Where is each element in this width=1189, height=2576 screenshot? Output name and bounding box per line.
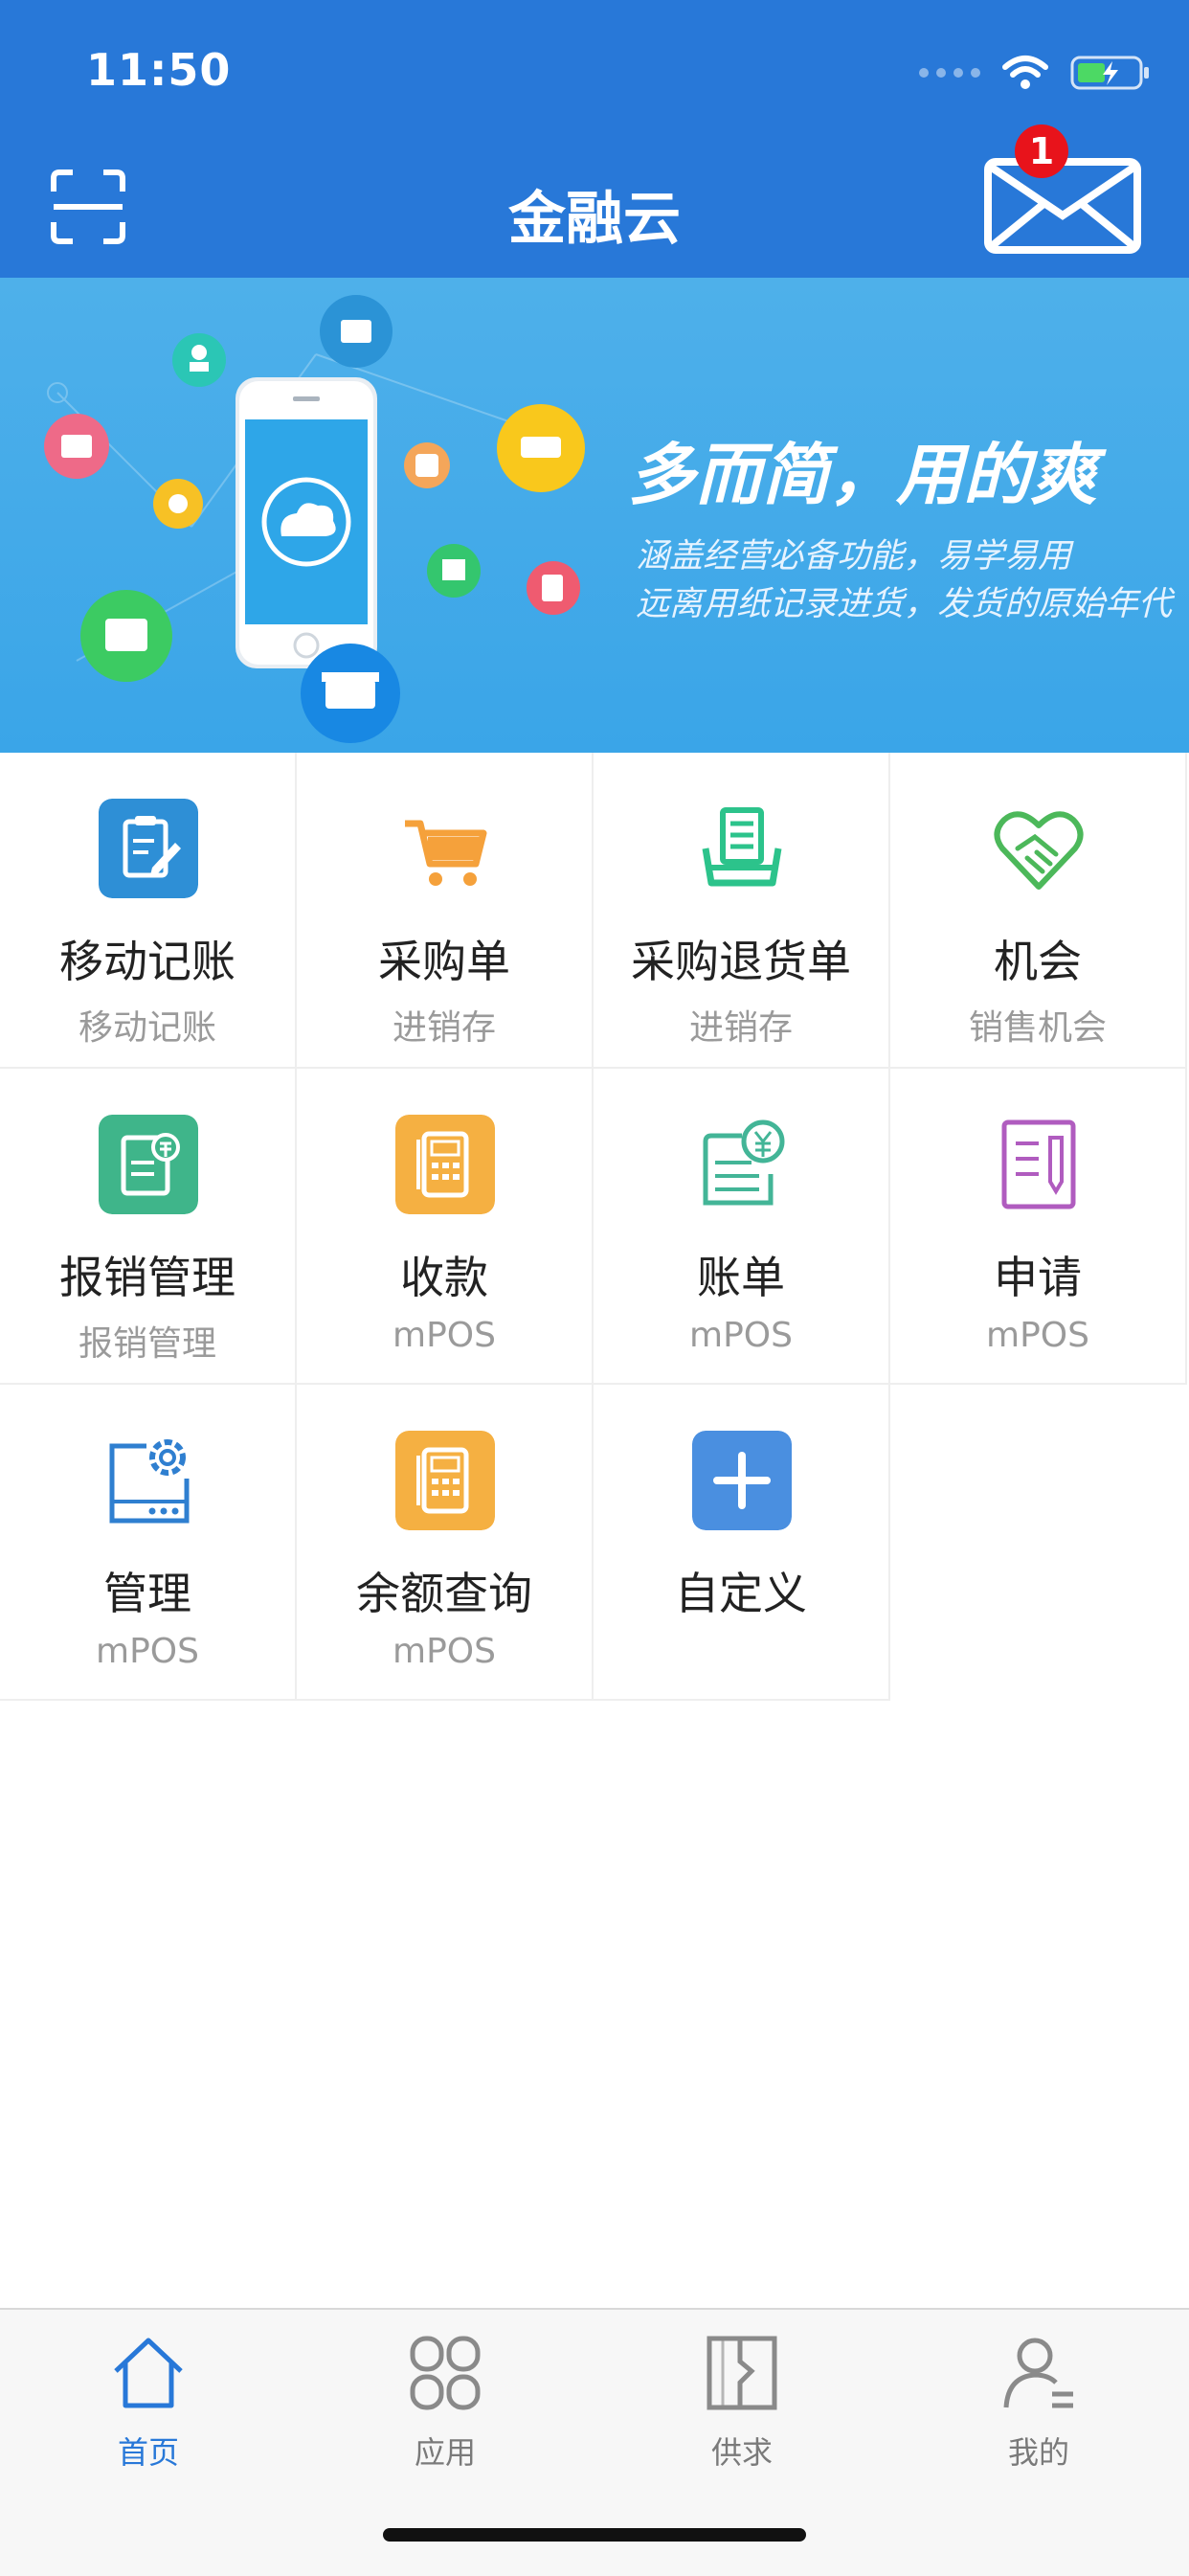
grid-item-management[interactable]: 管理 mPOS bbox=[0, 1385, 297, 1701]
banner-line-2: 远离用纸记录进货，发货的原始年代 bbox=[636, 585, 1173, 623]
return-box-icon bbox=[702, 807, 782, 887]
grid-item-label: 申请 bbox=[994, 1252, 1082, 1303]
device-settings-icon bbox=[109, 1439, 190, 1524]
tab-supply-demand[interactable]: 供求 bbox=[594, 2333, 890, 2476]
reimburse-icon bbox=[99, 1115, 198, 1214]
status-indicators bbox=[919, 46, 1151, 100]
grid-item-label: 管理 bbox=[103, 1568, 191, 1619]
grid-item-bill[interactable]: 账单 mPOS bbox=[594, 1069, 890, 1385]
mail-icon[interactable] bbox=[984, 158, 1141, 254]
home-icon bbox=[114, 2338, 183, 2408]
apps-icon bbox=[410, 2336, 481, 2410]
grid-item-sublabel: 报销管理 bbox=[78, 1324, 216, 1364]
grid-item-opportunity[interactable]: 机会 销售机会 bbox=[890, 753, 1187, 1069]
app-header: 11:50 金融云 1 bbox=[0, 0, 1189, 278]
grid-item-purchase-return[interactable]: 采购退货单 进销存 bbox=[594, 753, 890, 1069]
grid-item-sublabel: mPOS bbox=[96, 1632, 199, 1671]
edit-note-icon bbox=[99, 799, 198, 898]
wifi-icon bbox=[1002, 56, 1048, 89]
supply-demand-icon bbox=[707, 2336, 777, 2410]
grid-item-label: 采购退货单 bbox=[631, 936, 851, 987]
grid-item-label: 采购单 bbox=[378, 936, 510, 987]
grid-item-label: 自定义 bbox=[675, 1568, 807, 1619]
grid-item-label: 余额查询 bbox=[356, 1568, 532, 1619]
banner-headline: 多而简，用的爽 bbox=[628, 436, 1097, 514]
grid-item-collect-payment[interactable]: 收款 mPOS bbox=[297, 1069, 594, 1385]
banner-illustration bbox=[44, 295, 585, 743]
grid-item-application[interactable]: 申请 mPOS bbox=[890, 1069, 1187, 1385]
grid-item-label: 移动记账 bbox=[59, 936, 236, 987]
application-form-icon bbox=[1001, 1119, 1076, 1209]
grid-item-label: 账单 bbox=[697, 1252, 785, 1303]
notification-badge: 1 bbox=[1015, 124, 1068, 178]
tab-label: 应用 bbox=[414, 2434, 476, 2471]
tab-home[interactable]: 首页 bbox=[0, 2333, 297, 2476]
home-indicator[interactable] bbox=[383, 2528, 806, 2542]
tab-apps[interactable]: 应用 bbox=[297, 2333, 594, 2476]
grid-item-mobile-bookkeeping[interactable]: 移动记账 移动记账 bbox=[0, 753, 297, 1069]
grid-item-sublabel: mPOS bbox=[393, 1316, 496, 1355]
grid-item-sublabel: 销售机会 bbox=[968, 1008, 1107, 1048]
tab-label: 供求 bbox=[710, 2434, 773, 2471]
pos-terminal-icon bbox=[395, 1115, 495, 1214]
profile-icon bbox=[1003, 2338, 1073, 2408]
shopping-cart-icon bbox=[405, 820, 487, 886]
grid-item-purchase-order[interactable]: 采购单 进销存 bbox=[297, 753, 594, 1069]
tab-label: 我的 bbox=[1007, 2434, 1069, 2471]
cellular-signal-icon bbox=[919, 68, 980, 78]
grid-item-label: 报销管理 bbox=[59, 1252, 236, 1303]
grid-item-reimbursement[interactable]: 报销管理 报销管理 bbox=[0, 1069, 297, 1385]
grid-item-sublabel: 进销存 bbox=[688, 1008, 793, 1048]
promo-banner[interactable]: 多而简，用的爽 涵盖经营必备功能，易学易用 远离用纸记录进货，发货的原始年代 bbox=[0, 278, 1189, 753]
banner-line-1: 涵盖经营必备功能，易学易用 bbox=[636, 537, 1072, 576]
add-icon bbox=[692, 1431, 792, 1530]
pos-terminal-icon bbox=[395, 1431, 495, 1530]
grid-item-sublabel: mPOS bbox=[986, 1316, 1089, 1355]
grid-item-sublabel: mPOS bbox=[393, 1632, 496, 1671]
grid-item-label: 收款 bbox=[400, 1252, 488, 1303]
status-time: 11:50 bbox=[86, 44, 232, 96]
tab-label: 首页 bbox=[117, 2434, 179, 2471]
battery-icon bbox=[1070, 56, 1149, 90]
tab-profile[interactable]: 我的 bbox=[890, 2333, 1187, 2476]
grid-item-sublabel: mPOS bbox=[689, 1316, 793, 1355]
handshake-heart-icon bbox=[994, 811, 1084, 890]
grid-item-customize[interactable]: 自定义 bbox=[594, 1385, 890, 1701]
bill-yen-icon bbox=[703, 1119, 785, 1206]
grid-item-sublabel: 移动记账 bbox=[78, 1008, 216, 1048]
grid-item-label: 机会 bbox=[994, 936, 1082, 987]
grid-item-balance-inquiry[interactable]: 余额查询 mPOS bbox=[297, 1385, 594, 1701]
grid-item-sublabel: 进销存 bbox=[392, 1008, 496, 1048]
